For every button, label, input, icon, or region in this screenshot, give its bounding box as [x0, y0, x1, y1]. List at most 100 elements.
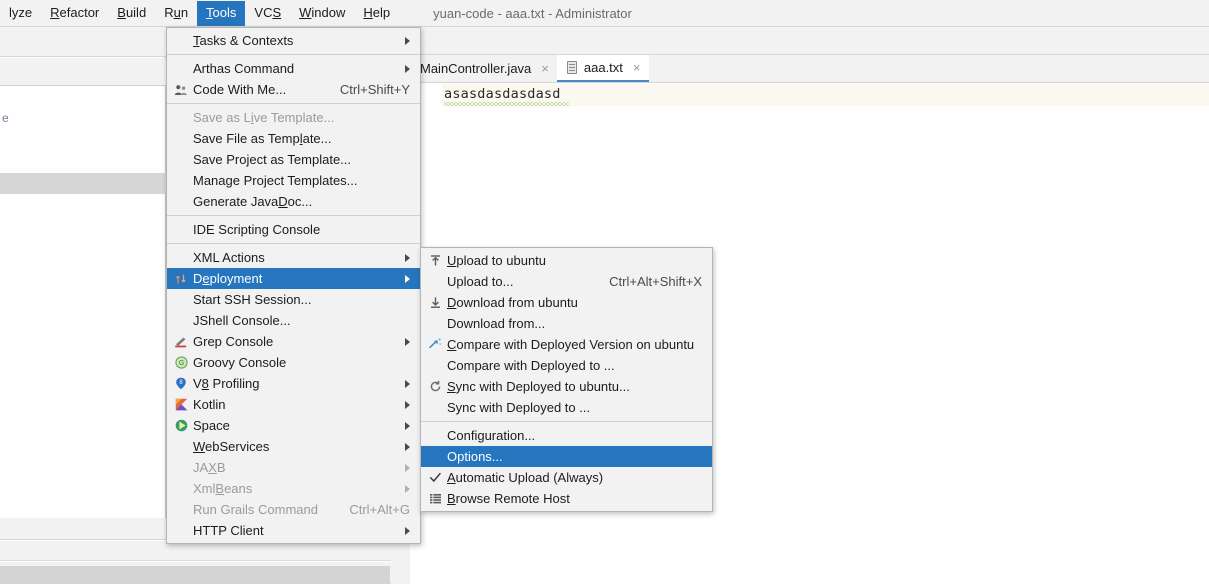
people-icon	[171, 82, 191, 98]
menu-item-label: Upload to...	[447, 274, 514, 289]
no-icon	[171, 460, 191, 476]
tab-aaa-txt[interactable]: aaa.txt ×	[556, 55, 649, 82]
no-icon	[425, 428, 445, 444]
menu-item-label: Space	[193, 418, 230, 433]
menu-item-label: V8 Profiling	[193, 376, 260, 391]
no-icon	[171, 152, 191, 168]
menu-item-automatic-upload[interactable]: Automatic Upload (Always)	[421, 467, 712, 488]
menu-item-compare-with-deployed-to[interactable]: Compare with Deployed to ...	[421, 355, 712, 376]
menu-item-compare-with-deployed-version[interactable]: Compare with Deployed Version on ubuntu	[421, 334, 712, 355]
v8-icon: 8	[171, 376, 191, 392]
menu-help[interactable]: Help	[354, 1, 399, 26]
menu-refactor[interactable]: Refactor	[41, 1, 108, 26]
menu-item-label: Upload to ubuntu	[447, 253, 547, 268]
menu-item-kotlin[interactable]: Kotlin	[167, 394, 420, 415]
tools-dropdown-menu: Tasks & Contexts Arthas Command Code Wit…	[166, 27, 421, 544]
menu-item-sync-with-deployed-to[interactable]: Sync with Deployed to ...	[421, 397, 712, 418]
chevron-right-icon	[405, 484, 410, 493]
menu-item-download-from-ubuntu[interactable]: Download from ubuntu	[421, 292, 712, 313]
menu-item-generate-javadoc[interactable]: Generate JavaDoc...	[167, 191, 420, 212]
menu-item-label: Groovy Console	[193, 355, 287, 370]
left-panel-truncated-label: e	[2, 111, 9, 125]
menu-item-start-ssh-session[interactable]: Start SSH Session...	[167, 289, 420, 310]
left-tool-window: e	[0, 27, 166, 530]
menu-item-http-client[interactable]: HTTP Client	[167, 520, 420, 541]
no-icon	[171, 131, 191, 147]
menu-item-upload-to[interactable]: Upload to... Ctrl+Alt+Shift+X	[421, 271, 712, 292]
menu-item-browse-remote-host[interactable]: Browse Remote Host	[421, 488, 712, 509]
menu-item-space[interactable]: Space	[167, 415, 420, 436]
no-icon	[171, 250, 191, 266]
menu-separator	[167, 243, 420, 244]
menu-item-groovy-console[interactable]: G Groovy Console	[167, 352, 420, 373]
menu-item-arthas-command[interactable]: Arthas Command	[167, 58, 420, 79]
menu-item-webservices[interactable]: WebServices	[167, 436, 420, 457]
main-menu-bar: lyze Refactor Build Run Tools VCS Window…	[0, 0, 1209, 27]
remote-host-icon	[425, 491, 445, 507]
menu-item-label: Compare with Deployed Version on ubuntu	[447, 337, 695, 352]
menu-item-sync-with-deployed-to-ubuntu[interactable]: Sync with Deployed to ubuntu...	[421, 376, 712, 397]
no-icon	[171, 222, 191, 238]
ide-window: lyze Refactor Build Run Tools VCS Window…	[0, 0, 1209, 584]
tab-maincontroller-java[interactable]: MainController.java ×	[410, 55, 557, 82]
no-icon	[171, 439, 191, 455]
menu-item-label: Options...	[447, 449, 503, 464]
menu-item-save-file-as-template[interactable]: Save File as Template...	[167, 128, 420, 149]
text-file-icon	[566, 61, 578, 74]
menu-item-label: Automatic Upload (Always)	[447, 470, 604, 485]
menu-item-label: Code With Me...	[193, 82, 287, 97]
menu-analyze[interactable]: lyze	[0, 1, 41, 26]
menu-item-v8-profiling[interactable]: 8 V8 Profiling	[167, 373, 420, 394]
editor-top-strip	[410, 27, 1209, 55]
menu-item-label: Tasks & Contexts	[193, 33, 294, 48]
space-icon	[171, 418, 191, 434]
upload-icon	[425, 253, 445, 269]
menu-item-jshell-console[interactable]: JShell Console...	[167, 310, 420, 331]
menu-item-label: Sync with Deployed to ...	[447, 400, 591, 415]
menu-item-shortcut: Ctrl+Shift+Y	[339, 82, 410, 97]
menu-build[interactable]: Build	[108, 1, 155, 26]
menu-separator	[167, 215, 420, 216]
menu-item-options[interactable]: Options...	[421, 446, 712, 467]
chevron-right-icon	[405, 463, 410, 472]
menu-item-save-as-live-template: Save as Live Template...	[167, 107, 420, 128]
menu-item-code-with-me[interactable]: Code With Me... Ctrl+Shift+Y	[167, 79, 420, 100]
menu-item-download-from[interactable]: Download from...	[421, 313, 712, 334]
chevron-right-icon	[405, 400, 410, 409]
no-icon	[171, 502, 191, 518]
menu-item-upload-to-ubuntu[interactable]: Upload to ubuntu	[421, 250, 712, 271]
svg-text:G: G	[178, 360, 183, 367]
bottom-scrollbar-strip[interactable]	[0, 566, 390, 584]
tab-close-icon[interactable]: ×	[633, 60, 641, 75]
menu-item-shortcut: Ctrl+Alt+G	[349, 502, 410, 517]
window-title: yuan-code - aaa.txt - Administrator	[433, 5, 632, 21]
menu-run[interactable]: Run	[155, 1, 197, 26]
menu-tools[interactable]: Tools	[197, 0, 246, 26]
menu-window[interactable]: Window	[290, 1, 354, 26]
tab-close-icon[interactable]: ×	[541, 61, 549, 76]
menu-vcs[interactable]: VCS	[245, 1, 290, 26]
no-icon	[425, 449, 445, 465]
kotlin-icon	[171, 397, 191, 413]
menu-item-label: Configuration...	[447, 428, 536, 443]
menu-item-label: XmlBeans	[193, 481, 253, 496]
menu-item-configuration[interactable]: Configuration...	[421, 425, 712, 446]
no-icon	[425, 400, 445, 416]
menu-item-xml-actions[interactable]: XML Actions	[167, 247, 420, 268]
no-icon	[171, 61, 191, 77]
menu-item-grep-console[interactable]: Grep Console	[167, 331, 420, 352]
chevron-right-icon	[405, 421, 410, 430]
bottom-panel-content	[0, 541, 410, 561]
left-panel-toolbar	[0, 58, 166, 86]
menu-item-shortcut: Ctrl+Alt+Shift+X	[609, 274, 702, 289]
menu-item-deployment[interactable]: Deployment	[167, 268, 420, 289]
menu-item-save-project-as-template[interactable]: Save Project as Template...	[167, 149, 420, 170]
menu-item-manage-project-templates[interactable]: Manage Project Templates...	[167, 170, 420, 191]
menu-separator	[167, 54, 420, 55]
sync-icon	[425, 379, 445, 395]
menu-item-ide-scripting-console[interactable]: IDE Scripting Console	[167, 219, 420, 240]
editor-tab-bar: MainController.java × aaa.txt ×	[410, 55, 1209, 83]
menu-item-tasks-contexts[interactable]: Tasks & Contexts	[167, 30, 420, 51]
menu-item-label: JAXB	[193, 460, 226, 475]
left-panel-selected-row[interactable]	[0, 173, 166, 194]
